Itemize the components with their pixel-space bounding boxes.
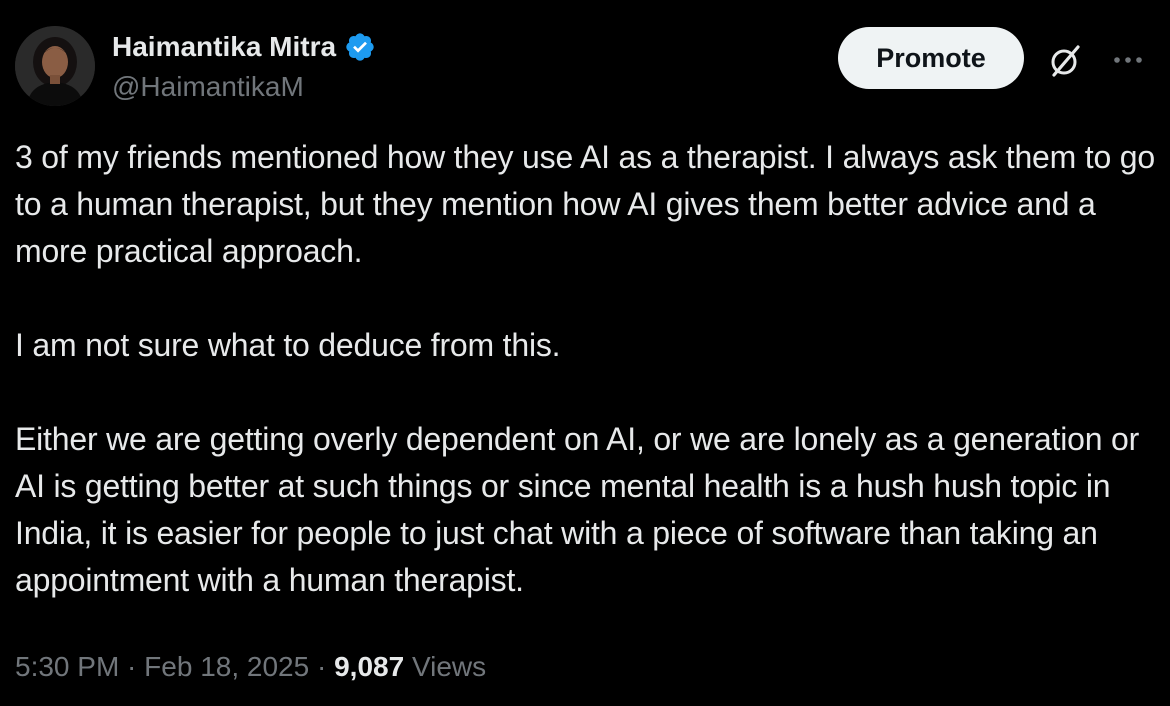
tweet-date[interactable]: Feb 18, 2025 <box>144 651 309 682</box>
tweet-meta: 5:30 PM · Feb 18, 2025 · 9,087 Views <box>15 647 486 687</box>
promote-button[interactable]: Promote <box>838 27 1024 89</box>
tweet-paragraph: 3 of my friends mentioned how they use A… <box>15 139 1155 269</box>
author-handle[interactable]: @HaimantikaM <box>112 70 304 104</box>
tweet-paragraph: I am not sure what to deduce from this. <box>15 327 561 363</box>
author-name-row: Haimantika Mitra <box>112 30 376 64</box>
verified-badge-icon[interactable] <box>344 31 376 63</box>
avatar-image <box>15 26 95 106</box>
tweet-time[interactable]: 5:30 PM <box>15 651 119 682</box>
author-display-name[interactable]: Haimantika Mitra <box>112 30 336 64</box>
meta-separator: · <box>119 651 145 682</box>
avatar[interactable] <box>15 26 95 106</box>
views-count[interactable]: 9,087 <box>334 651 404 682</box>
grok-icon[interactable] <box>1045 41 1085 81</box>
tweet-paragraph: Either we are getting overly dependent o… <box>15 421 1140 598</box>
views-label[interactable]: Views <box>412 651 486 682</box>
more-options-icon[interactable] <box>1110 42 1146 78</box>
meta-separator: · <box>309 651 335 682</box>
tweet-text: 3 of my friends mentioned how they use A… <box>15 134 1155 604</box>
tweet: Haimantika Mitra @HaimantikaM Promote 3 … <box>0 0 1170 706</box>
